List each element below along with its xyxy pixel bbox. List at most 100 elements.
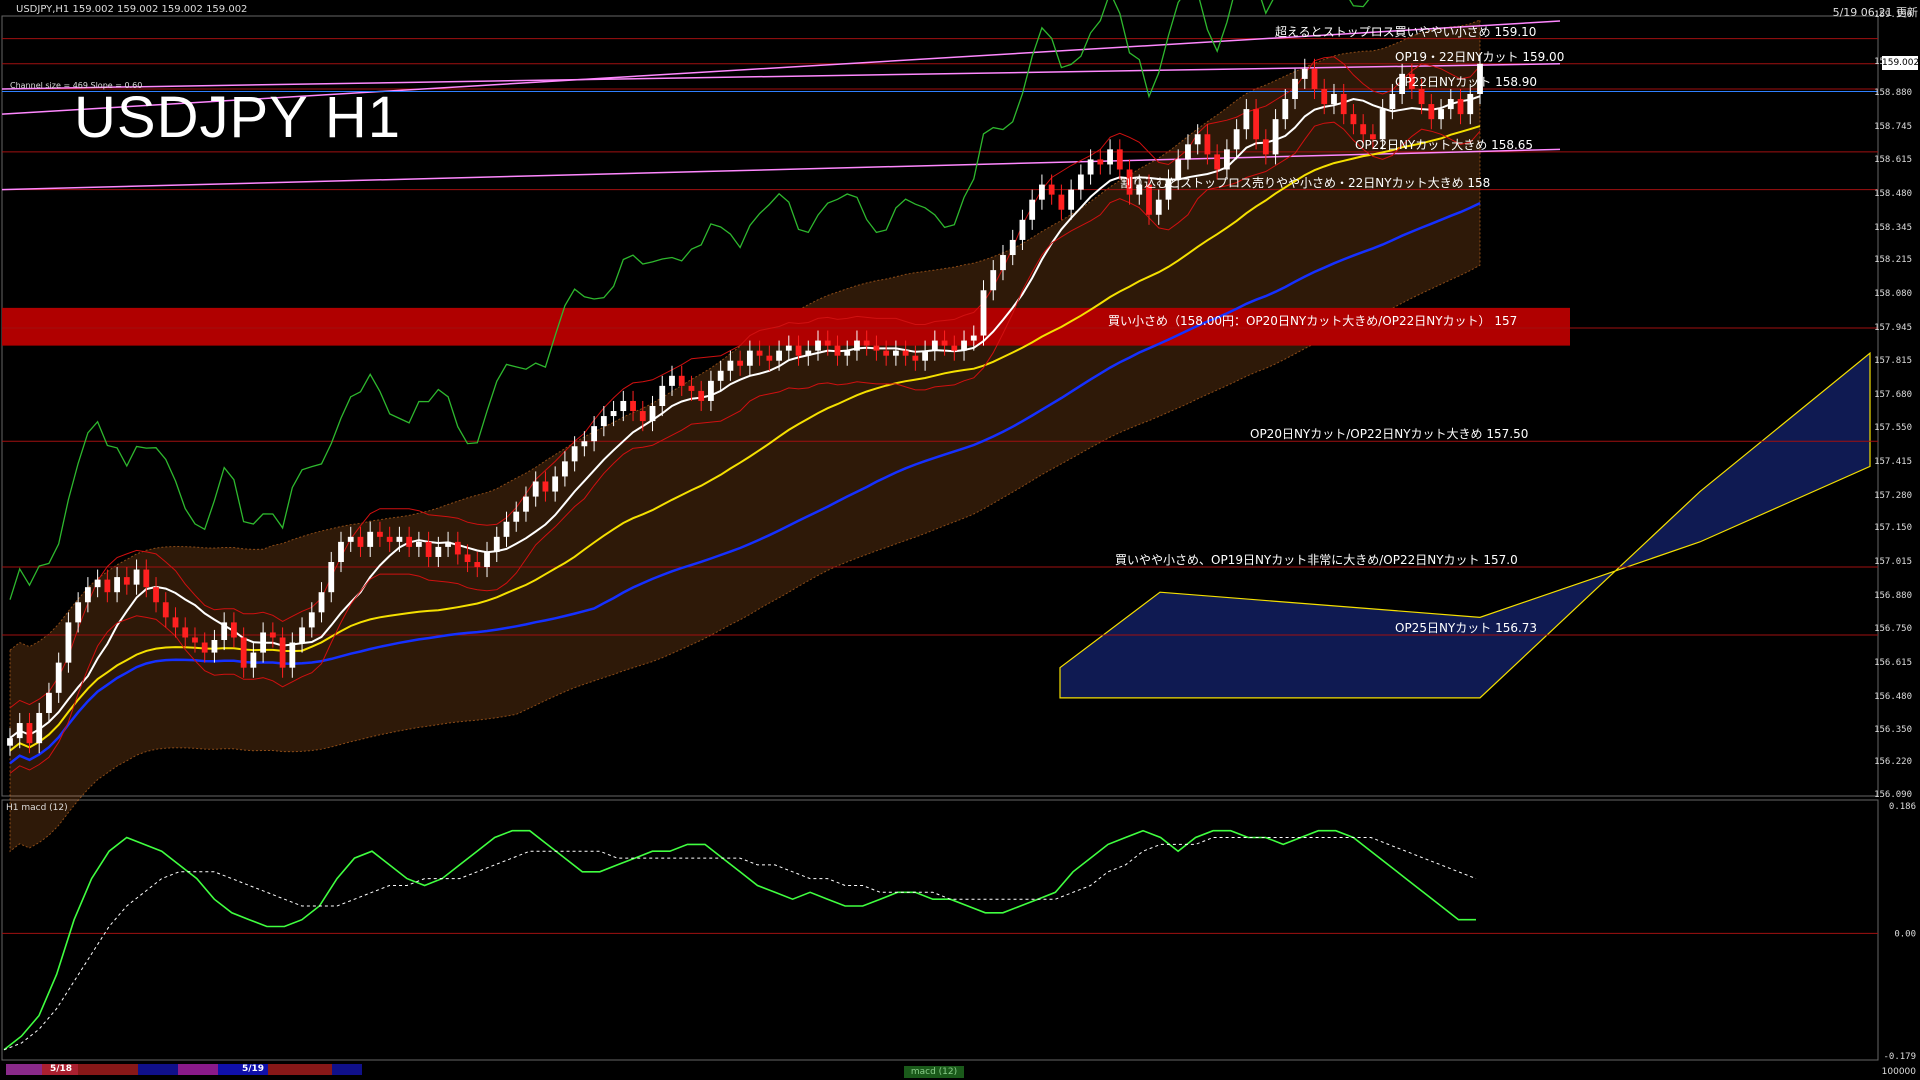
candle-body: [941, 340, 948, 346]
candle-body: [133, 569, 140, 585]
candle-body: [16, 723, 23, 739]
price-tick: 158.480: [1874, 188, 1912, 199]
candle-body: [727, 360, 734, 371]
chart-window: { "header": { "symbol_line": "USDJPY,H1 …: [0, 0, 1920, 1080]
price-tick: 157.280: [1874, 490, 1912, 501]
candle-body: [561, 461, 568, 477]
price-tick: 156.090: [1874, 790, 1912, 800]
candle-body: [1107, 149, 1113, 165]
candle-body: [1438, 109, 1444, 120]
candle-body: [1087, 159, 1094, 175]
candle-body: [367, 531, 374, 547]
candle-body: [493, 536, 500, 552]
candle-body: [815, 340, 821, 351]
period-tab[interactable]: [268, 1064, 332, 1075]
candle-body: [454, 541, 461, 555]
candle-body: [114, 577, 120, 593]
candle-body: [980, 290, 987, 336]
candle-body: [182, 627, 189, 638]
candle-body: [766, 355, 773, 361]
candle-body: [532, 481, 539, 497]
candle-body: [377, 531, 383, 537]
candle-body: [357, 536, 364, 547]
candle-body: [1000, 255, 1006, 271]
candle-body: [94, 579, 101, 588]
period-tab[interactable]: [138, 1064, 178, 1075]
candle-body: [1379, 109, 1386, 140]
candle-body: [474, 562, 481, 568]
candle-body: [1321, 88, 1328, 105]
candle-body: [737, 360, 744, 366]
candle-body: [1048, 184, 1055, 195]
price-tick: 156.750: [1874, 623, 1912, 634]
candle-body: [854, 340, 860, 351]
candle-body: [1029, 199, 1036, 220]
candle-body: [795, 345, 802, 356]
candle-body: [1116, 149, 1123, 170]
candle-body: [75, 602, 82, 623]
candle-body: [1243, 109, 1250, 130]
candle-body: [1039, 184, 1045, 200]
candle-body: [26, 723, 33, 744]
candle-body: [659, 385, 666, 406]
macd-main-line: [3, 829, 1476, 1051]
candle-body: [513, 511, 520, 522]
candle-body: [231, 622, 237, 638]
price-tick: 158.215: [1874, 255, 1912, 266]
price-tick: 158.345: [1874, 222, 1912, 233]
candle-body: [698, 390, 705, 401]
candle-body: [46, 692, 52, 713]
period-tab[interactable]: [6, 1064, 42, 1075]
candle-body: [1282, 99, 1289, 120]
level-label: OP25日NYカット 156.73: [1395, 620, 1538, 635]
candle-body: [338, 541, 344, 562]
candle-body: [649, 406, 656, 422]
period-tab[interactable]: [332, 1064, 362, 1075]
candle-body: [143, 569, 150, 588]
level-label: OP20日NYカット/OP22日NYカット大きめ 157.50: [1250, 427, 1529, 442]
candle-body: [873, 345, 880, 351]
candle-body: [1194, 134, 1201, 145]
candle-body: [1223, 149, 1230, 170]
price-tick: 156.350: [1874, 724, 1912, 735]
candle-body: [84, 587, 91, 603]
candle-body: [708, 380, 714, 401]
candle-body: [299, 627, 305, 643]
macd-tick: -0.179: [1883, 1052, 1916, 1062]
macd-tab[interactable]: macd (12): [904, 1066, 964, 1078]
candle-body: [600, 416, 607, 427]
candle-body: [1340, 94, 1347, 115]
candle-body: [678, 375, 685, 386]
candle-body: [922, 350, 929, 361]
candle-body: [1350, 114, 1357, 125]
candle-body: [1311, 68, 1318, 89]
candle-body: [279, 637, 286, 668]
candle-body: [1428, 104, 1435, 120]
candle-body: [386, 536, 393, 542]
price-tick: 157.415: [1874, 456, 1912, 467]
candle-body: [464, 554, 471, 562]
candle-body: [162, 602, 169, 618]
candle-body: [688, 385, 695, 391]
period-tab[interactable]: [78, 1064, 138, 1075]
candle-body: [1068, 189, 1075, 210]
candle-body: [669, 375, 675, 386]
last-price-box: 159.002: [1882, 56, 1920, 71]
macd-pane-frame: [1, 799, 1879, 1061]
candle-body: [269, 632, 276, 638]
candle-body: [717, 370, 724, 381]
date-label-1: 5/18: [50, 1064, 73, 1074]
candle-body: [844, 350, 851, 356]
candle-body: [902, 350, 909, 356]
candle-body: [931, 340, 938, 351]
candle-body: [415, 541, 422, 547]
candle-body: [123, 577, 130, 585]
candle-body: [55, 662, 62, 693]
macd-signal-line: [3, 837, 1477, 1051]
price-tick: 156.615: [1874, 657, 1912, 668]
candle-body: [260, 632, 267, 653]
candle-body: [435, 546, 442, 557]
candle-body: [328, 562, 335, 593]
candle-body: [503, 521, 510, 537]
period-tab[interactable]: [178, 1064, 218, 1075]
